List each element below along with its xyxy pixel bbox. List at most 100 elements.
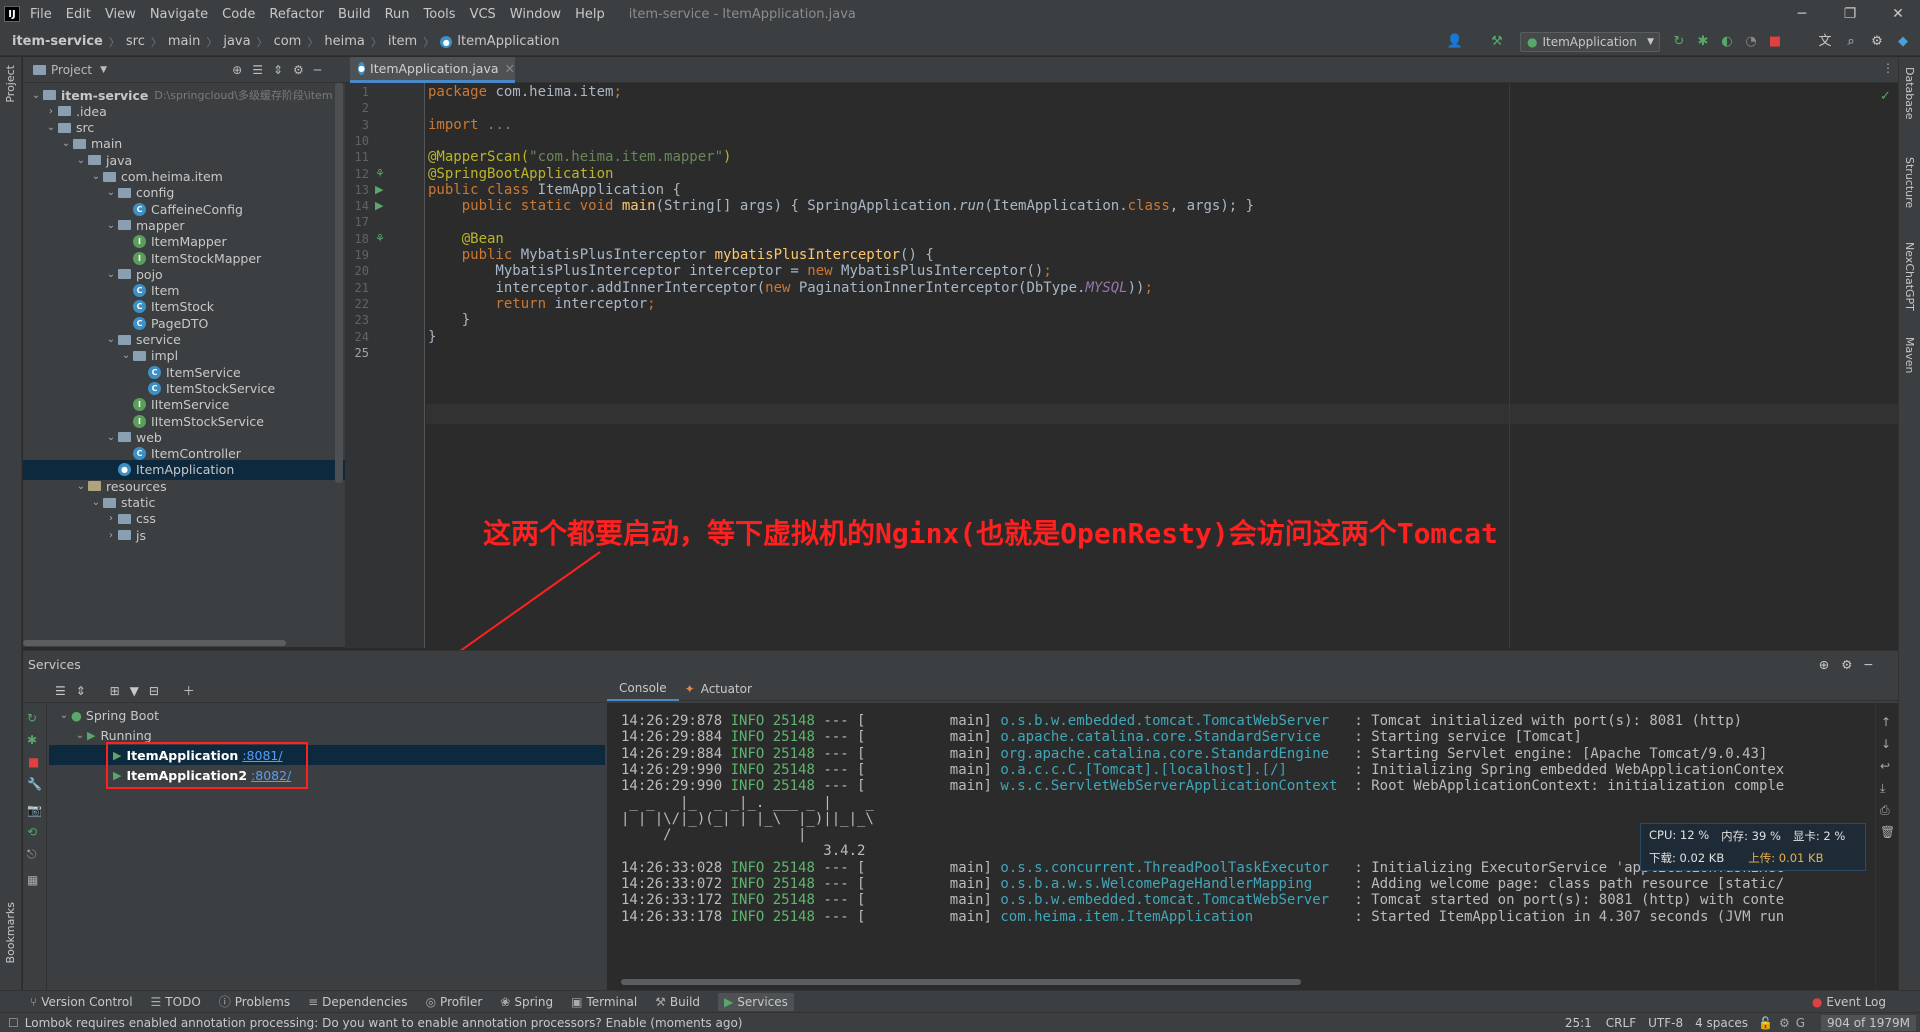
panel-actions-icon[interactable]: ⊕☰⇕⚙─ (232, 63, 331, 77)
code-editor[interactable]: ✓ package com.heima.item; import ... @Mapp… (426, 83, 1898, 648)
indent-setting[interactable]: 4 spaces (1695, 1016, 1748, 1030)
restart-icon[interactable]: ⟲ (27, 825, 37, 839)
search-icon[interactable]: ⌕ (1842, 33, 1860, 51)
exit-icon[interactable]: ⎋ (27, 847, 37, 862)
breadcrumb-item[interactable]: main (168, 34, 200, 49)
layout-icon[interactable]: ▦ (27, 873, 38, 887)
user-icon[interactable]: 👤 (1446, 33, 1464, 51)
soft-wrap-icon[interactable]: ↩ (1880, 759, 1890, 773)
chevron-down-icon[interactable]: ▼ (100, 65, 107, 75)
run-gutter-icon[interactable]: ▶ (375, 183, 383, 196)
folder-icon (118, 220, 131, 231)
file-encoding[interactable]: UTF-8 (1648, 1016, 1683, 1030)
coverage-icon[interactable]: ◐ (1718, 33, 1736, 51)
breadcrumb-item[interactable]: src (126, 34, 145, 49)
caret-position[interactable]: 25:1 (1565, 1016, 1592, 1030)
tab-itemapplication[interactable]: ● ItemApplication.java ✕ (350, 57, 515, 83)
arrow-down-icon[interactable]: ↓ (1881, 737, 1891, 751)
bookmarks-tool-button[interactable]: Bookmarks (4, 902, 17, 963)
menu-tools[interactable]: Tools (424, 7, 456, 22)
structure-tool-button[interactable]: Structure (1903, 157, 1916, 208)
menu-window[interactable]: Window (510, 7, 561, 22)
tab-console[interactable]: Console (607, 677, 679, 701)
maven-tool-button[interactable]: Maven (1903, 337, 1916, 373)
menu-refactor[interactable]: Refactor (269, 7, 324, 22)
menu-build[interactable]: Build (338, 7, 371, 22)
minimize-button[interactable]: ─ (1792, 4, 1812, 24)
tool-window-spring[interactable]: ❀ Spring (500, 993, 553, 1011)
menu-file[interactable]: File (30, 7, 52, 22)
scroll-to-end-icon[interactable]: ⤓ (1880, 781, 1885, 796)
menu-navigate[interactable]: Navigate (150, 7, 208, 22)
horizontal-scrollbar[interactable] (23, 640, 286, 646)
stop-icon[interactable]: ■ (28, 755, 39, 769)
run-configuration-select[interactable]: ● ItemApplication ▼ (1520, 32, 1660, 52)
menu-vcs[interactable]: VCS (470, 7, 496, 22)
breadcrumb-item[interactable]: ItemApplication (457, 34, 559, 49)
tree-item-label: config (136, 185, 175, 201)
close-button[interactable]: ✕ (1888, 4, 1908, 24)
tool-window-problems[interactable]: ⓘ Problems (219, 993, 290, 1011)
breadcrumb-item[interactable]: java (223, 34, 250, 49)
menu-run[interactable]: Run (385, 7, 410, 22)
project-panel-title[interactable]: Project (51, 63, 92, 77)
chevron-down-icon: ⌄ (46, 122, 56, 134)
gear-icon[interactable]: ⚙ (1868, 33, 1886, 51)
plugin-icon[interactable]: ◆ (1894, 33, 1912, 51)
class-icon: C (133, 202, 146, 216)
tool-window-dependencies[interactable]: ≡ Dependencies (308, 993, 407, 1011)
console-horizontal-scrollbar[interactable] (621, 979, 1301, 985)
menu-edit[interactable]: Edit (66, 7, 91, 22)
tool-window-terminal[interactable]: ▣ Terminal (571, 993, 637, 1011)
breadcrumb-item[interactable]: com (274, 34, 302, 49)
debug-icon[interactable]: ✱ (1694, 33, 1712, 51)
line-separator[interactable]: CRLF (1606, 1016, 1636, 1030)
status-icons[interactable]: 🔓⚙G (1758, 1016, 1811, 1030)
memory-indicator[interactable]: 904 of 1979M (1821, 1014, 1916, 1031)
arrow-up-icon[interactable]: ↑ (1881, 715, 1891, 729)
print-icon[interactable]: ⎙ (1880, 803, 1890, 818)
translate-icon[interactable]: 文 (1816, 33, 1834, 51)
debug-icon[interactable]: ✱ (27, 733, 37, 747)
project-tool-button[interactable]: Project (4, 65, 17, 103)
tool-window-services[interactable]: ▶ Services (718, 992, 794, 1011)
breadcrumb-item[interactable]: item (388, 34, 417, 49)
tool-window-version-control[interactable]: ⑂ Version Control (30, 993, 133, 1011)
rerun-icon[interactable]: ↻ (27, 711, 37, 725)
line-gutter: 1 2 3 10 11 12 13 14 17 18 19 20 21 22 23 24 25 ⚘ ▶ ▶ ⚘ (345, 83, 425, 648)
close-tab-icon[interactable]: ✕ (505, 61, 515, 76)
services-toolbar-icons[interactable]: ☰⇕ ⊞▼⊟ ＋ (55, 682, 205, 699)
camera-icon[interactable]: 📷 (27, 803, 42, 817)
tree-item[interactable]: › js (23, 525, 345, 545)
menu-code[interactable]: Code (222, 7, 255, 22)
database-tool-button[interactable]: Database (1903, 67, 1916, 120)
services-side-toolbar: ↻ ✱ ■ 🔧 📷 ⟲ ⎋ ▦ (23, 703, 47, 991)
profiler-icon[interactable]: ◔ (1742, 33, 1760, 51)
spring-bean-icon[interactable]: ⚘ (375, 232, 385, 245)
breadcrumb-item[interactable]: heima (324, 34, 364, 49)
event-log-button[interactable]: ● Event Log (1812, 995, 1886, 1009)
spring-bean-icon[interactable]: ⚘ (375, 167, 385, 180)
run-gutter-icon[interactable]: ▶ (375, 199, 383, 212)
menu-help[interactable]: Help (575, 7, 605, 22)
breadcrumb-item[interactable]: item-service (12, 34, 103, 49)
status-message[interactable]: Lombok requires enabled annotation proce… (25, 1016, 743, 1030)
tool-window-build[interactable]: ⚒ Build (655, 993, 700, 1011)
rerun-icon[interactable]: ↻ (1670, 33, 1688, 51)
wrench-icon[interactable]: 🔧 (27, 777, 42, 791)
nexchatgpt-tool-button[interactable]: NexChatGPT (1903, 242, 1916, 311)
trash-icon[interactable]: 🗑 (1880, 825, 1895, 839)
menu-view[interactable]: View (105, 7, 136, 22)
stop-icon[interactable]: ■ (1766, 33, 1784, 51)
services-header-actions-icon[interactable]: ⊕⚙─ (1819, 657, 1884, 672)
restore-button[interactable]: ❐ (1840, 4, 1860, 24)
more-icon[interactable]: ⋮ (1882, 61, 1894, 75)
tab-actuator[interactable]: Actuator (695, 682, 758, 696)
tool-window-label: Services (737, 994, 788, 1009)
tool-window-profiler[interactable]: ◎ Profiler (426, 993, 483, 1011)
project-vertical-scrollbar[interactable] (335, 83, 343, 483)
resources-folder-icon (88, 481, 101, 492)
spring-boot-node[interactable]: ⌄ ● Spring Boot (49, 705, 605, 725)
tool-window-todo[interactable]: ☰ TODO (151, 993, 201, 1011)
build-hammer-icon[interactable]: ⚒ (1488, 33, 1506, 51)
